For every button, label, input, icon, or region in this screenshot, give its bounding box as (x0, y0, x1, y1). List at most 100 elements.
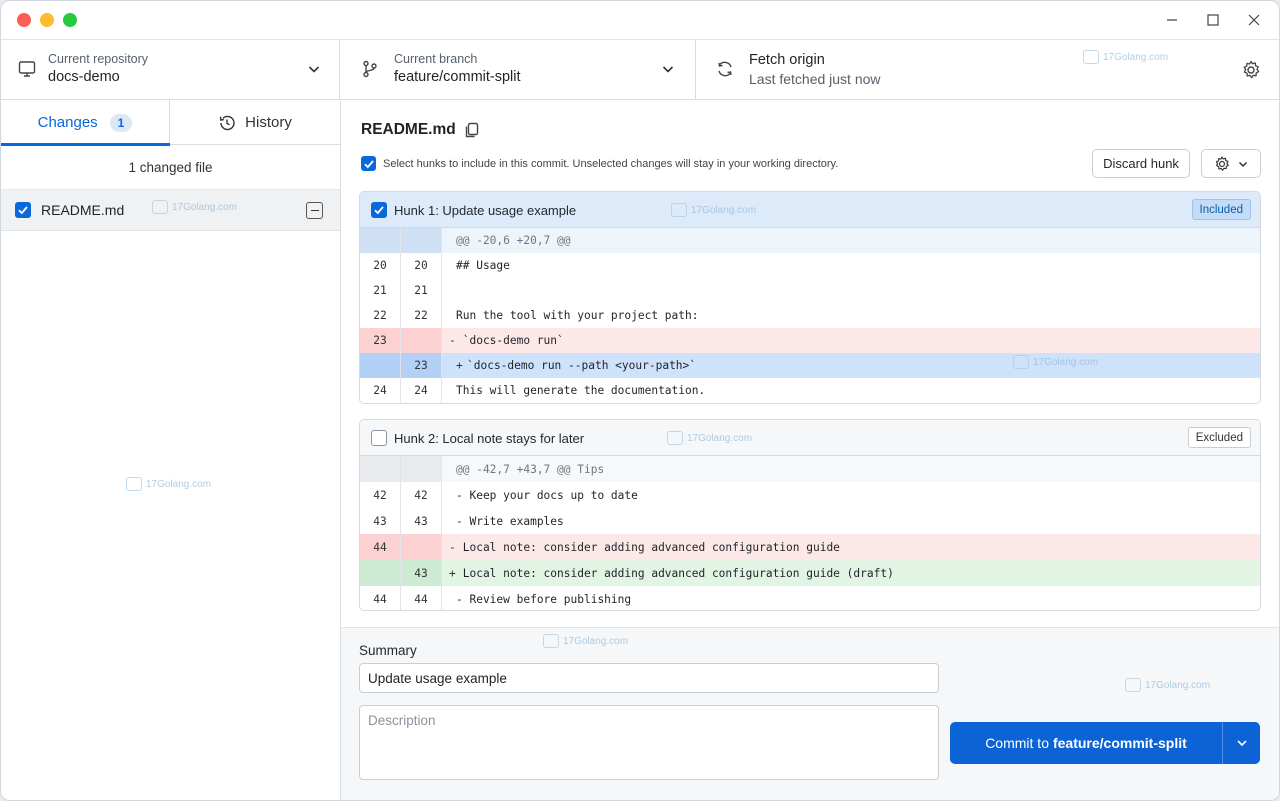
sidebar: Changes 1 History 1 changed file README.… (1, 100, 341, 800)
hunk-header: Hunk 1: Update usage example Included (360, 192, 1260, 228)
diff-panel: README.md Select hunks to include in thi… (341, 100, 1279, 800)
diff-options-button[interactable] (1201, 149, 1261, 178)
hunk-card: Hunk 1: Update usage example Included @@… (359, 191, 1261, 404)
watermark-logo: 17Golang.com (543, 634, 628, 648)
commit-options-dropdown[interactable] (1222, 722, 1260, 764)
tab-history[interactable]: History (170, 100, 340, 145)
commit-button-branch: feature/commit-split (1052, 735, 1187, 751)
app-window: Current repository docs-demo Current bra… (0, 0, 1280, 801)
chevron-down-icon (660, 61, 676, 77)
fetch-status: Last fetched just now (749, 71, 881, 87)
toolbar: Current repository docs-demo Current bra… (1, 39, 1279, 100)
zoom-dot-icon[interactable] (63, 13, 77, 27)
diff-line[interactable]: 22 22 Run the tool with your project pat… (360, 303, 1260, 328)
hunk-title: Hunk 2: Local note stays for later (394, 431, 585, 446)
select-hunks-note: Select hunks to include in this commit. … (383, 158, 839, 170)
tab-history-label: History (245, 114, 292, 131)
hunk-range: @@ -42,7 +43,7 @@ Tips (456, 462, 605, 476)
watermark-logo: 17Golang.com (152, 200, 237, 214)
watermark-logo: 17Golang.com (1125, 678, 1210, 692)
history-clock-icon (218, 114, 236, 132)
settings-gear-icon[interactable] (1240, 59, 1262, 81)
repository-name: docs-demo (48, 69, 120, 85)
watermark-logo: 17Golang.com (671, 203, 756, 217)
hunk-range-row: @@ -20,6 +20,7 @@ (360, 228, 1260, 253)
fetch-title: Fetch origin (749, 52, 825, 68)
watermark-logo: 17Golang.com (126, 477, 211, 491)
watermark-logo: 17Golang.com (1083, 50, 1168, 64)
chevron-down-icon (306, 61, 322, 77)
changed-files-count: 1 changed file (1, 145, 340, 190)
maximize-icon[interactable] (1201, 9, 1225, 31)
hunk-status-badge: Included (1191, 199, 1251, 220)
diff-line-deleted[interactable]: 23 - `docs-demo run` (360, 328, 1260, 353)
chevron-down-icon (1238, 161, 1248, 167)
diff-sign: + (456, 359, 463, 372)
sync-icon (715, 59, 735, 79)
commit-button[interactable]: Commit to feature/commit-split (950, 722, 1222, 764)
computer-icon (17, 59, 37, 79)
diff-line-text: - Keep your docs up to date (456, 488, 638, 502)
watermark-logo: 17Golang.com (1013, 355, 1098, 369)
diff-lines: @@ -20,6 +20,7 @@ 20 20 ## Usage 21 21 2… (360, 228, 1260, 403)
commit-panel: Summary Commit to feature/commit-split 1… (341, 627, 1279, 800)
file-name: README.md (41, 202, 125, 218)
repository-label: Current repository (48, 52, 149, 66)
branch-selector[interactable]: Current branch feature/commit-split (340, 40, 696, 100)
repository-selector[interactable]: Current repository docs-demo (1, 40, 340, 100)
select-hunks-checkbox[interactable] (361, 156, 376, 171)
hunk-status-badge: Excluded (1187, 427, 1251, 448)
diff-line-text: ## Usage (456, 259, 510, 272)
summary-input[interactable] (359, 663, 939, 693)
tab-changes[interactable]: Changes 1 (1, 100, 170, 146)
diff-line-text: Run the tool with your project path: (456, 309, 699, 322)
diff-line-text: - Write examples (456, 514, 564, 528)
branch-icon (360, 59, 380, 79)
diff-line-deleted[interactable]: 44 - Local note: consider adding advance… (360, 534, 1260, 560)
copy-icon[interactable] (463, 121, 481, 139)
summary-label: Summary (359, 643, 417, 658)
diff-sign: - (449, 540, 456, 554)
minimize-icon[interactable] (1160, 9, 1184, 31)
diff-line[interactable]: 21 21 (360, 278, 1260, 303)
diff-line-added[interactable]: 43 + Local note: consider adding advance… (360, 560, 1260, 586)
diff-sign: - (449, 334, 456, 347)
diff-line[interactable]: 42 42 - Keep your docs up to date (360, 482, 1260, 508)
diff-line-text: This will generate the documentation. (456, 384, 706, 397)
commit-button-prefix: Commit to (985, 735, 1049, 751)
watermark-logo: 17Golang.com (667, 431, 752, 445)
hunk-title: Hunk 1: Update usage example (394, 203, 577, 218)
gear-icon (1215, 155, 1229, 171)
discard-hunk-button[interactable]: Discard hunk (1092, 149, 1190, 178)
minimize-dot-icon[interactable] (40, 13, 54, 27)
modified-status-icon (306, 202, 323, 219)
tab-changes-label: Changes (37, 114, 98, 131)
diff-sign: + (449, 566, 456, 580)
hunk-header: Hunk 2: Local note stays for later Exclu… (360, 420, 1260, 456)
diff-line[interactable]: 20 20 ## Usage (360, 253, 1260, 278)
diff-line-added[interactable]: 23 + `docs-demo run --path <your-path>` (360, 353, 1260, 378)
hunk-range-row: @@ -42,7 +43,7 @@ Tips (360, 456, 1260, 482)
chevron-down-icon (1236, 740, 1247, 747)
hunk-include-checkbox[interactable] (371, 430, 387, 446)
hunk-include-checkbox[interactable] (371, 202, 387, 218)
branch-label: Current branch (394, 52, 478, 66)
diff-line[interactable]: 43 43 - Write examples (360, 508, 1260, 534)
hunk-range: @@ -20,6 +20,7 @@ (456, 234, 571, 247)
title-bar (1, 1, 1279, 39)
file-include-checkbox[interactable] (15, 202, 31, 218)
diff-line-text: Local note: consider adding advanced con… (456, 540, 840, 554)
diff-file-title: README.md (361, 121, 456, 138)
diff-line-text: `docs-demo run` (456, 334, 564, 347)
diff-line[interactable]: 44 44 - Review before publishing (360, 586, 1260, 610)
diff-line-text: Local note: consider adding advanced con… (456, 566, 894, 580)
hunk-card: Hunk 2: Local note stays for later Exclu… (359, 419, 1261, 611)
changes-count-badge: 1 (109, 113, 133, 132)
branch-name: feature/commit-split (394, 69, 521, 85)
diff-line[interactable]: 24 24 This will generate the documentati… (360, 378, 1260, 403)
description-input[interactable] (359, 705, 939, 780)
close-icon[interactable] (1242, 9, 1266, 31)
fetch-origin-button[interactable]: Fetch origin Last fetched just now (696, 40, 1279, 100)
diff-lines: @@ -42,7 +43,7 @@ Tips 42 42 - Keep your… (360, 456, 1260, 610)
close-dot-icon[interactable] (17, 13, 31, 27)
